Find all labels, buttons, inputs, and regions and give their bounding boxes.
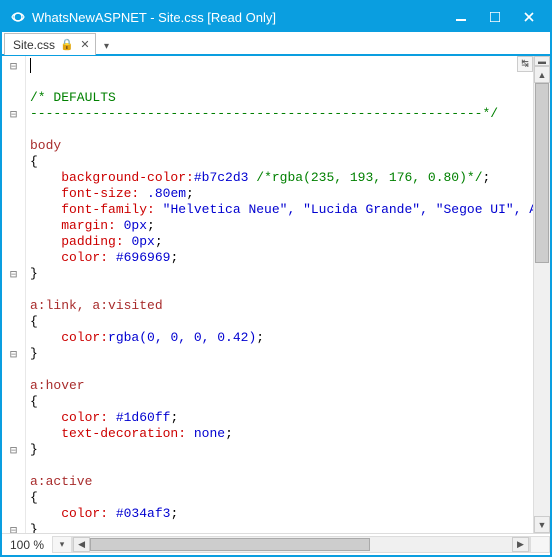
fold-toggle: [2, 90, 25, 106]
fold-toggle: [2, 474, 25, 490]
fold-toggle[interactable]: ⊟: [2, 266, 25, 282]
minimize-button[interactable]: [444, 4, 478, 30]
code-line[interactable]: a:hover: [30, 378, 533, 394]
fold-toggle: [2, 218, 25, 234]
zoom-level[interactable]: 100 %: [2, 538, 52, 552]
code-line[interactable]: {: [30, 314, 533, 330]
hscroll-thumb[interactable]: [90, 538, 370, 551]
hscroll-track[interactable]: [90, 537, 512, 552]
fold-toggle: [2, 282, 25, 298]
code-line[interactable]: font-size: .80em;: [30, 186, 533, 202]
code-line[interactable]: }: [30, 266, 533, 282]
code-line[interactable]: {: [30, 154, 533, 170]
code-editor[interactable]: /* DEFAULTS-----------------------------…: [26, 56, 533, 533]
zoom-dropdown[interactable]: ▾: [52, 536, 72, 553]
fold-toggle: [2, 154, 25, 170]
fold-gutter[interactable]: ⊟ ⊟ ⊟ ⊟ ⊟ ⊟: [2, 56, 26, 533]
code-line[interactable]: {: [30, 490, 533, 506]
code-line[interactable]: text-decoration: none;: [30, 426, 533, 442]
fold-toggle: [2, 122, 25, 138]
code-line[interactable]: background-color:#b7c2d3 /*rgba(235, 193…: [30, 170, 533, 186]
code-line[interactable]: [30, 122, 533, 138]
fold-toggle: [2, 314, 25, 330]
split-handle[interactable]: ▬: [534, 56, 550, 66]
tab-label: Site.css: [13, 38, 55, 52]
fold-toggle[interactable]: ⊟: [2, 442, 25, 458]
fold-toggle: [2, 410, 25, 426]
code-line[interactable]: }: [30, 442, 533, 458]
fold-toggle: [2, 186, 25, 202]
code-line[interactable]: color: #034af3;: [30, 506, 533, 522]
close-tab-icon[interactable]: ✕: [79, 39, 91, 51]
fold-toggle[interactable]: ⊟: [2, 106, 25, 122]
code-line[interactable]: }: [30, 522, 533, 533]
code-line[interactable]: [30, 282, 533, 298]
fold-toggle[interactable]: ⊟: [2, 522, 25, 533]
code-line[interactable]: [30, 458, 533, 474]
fold-toggle: [2, 330, 25, 346]
resize-grip[interactable]: [530, 536, 550, 553]
fold-toggle: [2, 394, 25, 410]
code-line[interactable]: {: [30, 394, 533, 410]
maximize-button[interactable]: [478, 4, 512, 30]
code-line[interactable]: body: [30, 138, 533, 154]
scroll-down-button[interactable]: ▼: [534, 516, 550, 533]
code-line[interactable]: font-family: "Helvetica Neue", "Lucida G…: [30, 202, 533, 218]
fold-toggle: [2, 234, 25, 250]
fold-toggle: [2, 426, 25, 442]
fold-toggle: [2, 378, 25, 394]
fold-toggle: [2, 490, 25, 506]
fold-toggle: [2, 458, 25, 474]
code-line[interactable]: a:link, a:visited: [30, 298, 533, 314]
horizontal-scrollbar[interactable]: ◀ ▶: [72, 536, 530, 553]
vscroll-track[interactable]: [534, 83, 550, 516]
window-controls: [444, 4, 546, 30]
statusbar: 100 % ▾ ◀ ▶: [2, 533, 550, 555]
scroll-right-button[interactable]: ▶: [512, 537, 529, 552]
text-cursor: [30, 58, 31, 73]
fold-toggle: [2, 74, 25, 90]
code-line[interactable]: a:active: [30, 474, 533, 490]
vscroll-thumb[interactable]: [535, 83, 549, 263]
fold-toggle[interactable]: ⊟: [2, 58, 25, 74]
fold-toggle: [2, 250, 25, 266]
tab-dropdown-icon[interactable]: ▾: [100, 39, 113, 54]
tab-site-css[interactable]: Site.css 🔒 ✕: [4, 33, 96, 55]
scroll-left-button[interactable]: ◀: [73, 537, 90, 552]
vertical-scrollbar[interactable]: ▬ ▲ ▼: [533, 56, 550, 533]
app-icon: [10, 9, 26, 25]
code-line[interactable]: color: #1d60ff;: [30, 410, 533, 426]
fold-toggle: [2, 170, 25, 186]
scroll-up-button[interactable]: ▲: [534, 66, 550, 83]
close-button[interactable]: [512, 4, 546, 30]
code-line[interactable]: color: #696969;: [30, 250, 533, 266]
editor-area: ⊟ ⊟ ⊟ ⊟ ⊟ ⊟ /* DEFAULTS----------------------…: [2, 56, 550, 533]
code-line[interactable]: [30, 362, 533, 378]
fold-toggle: [2, 298, 25, 314]
window: WhatsNewASPNET - Site.css [Read Only] Si…: [0, 0, 552, 557]
code-line[interactable]: margin: 0px;: [30, 218, 533, 234]
code-line[interactable]: color:rgba(0, 0, 0, 0.42);: [30, 330, 533, 346]
tabbar: Site.css 🔒 ✕ ▾: [2, 32, 550, 56]
fold-toggle: [2, 362, 25, 378]
track-changes-icon[interactable]: ↹: [517, 56, 533, 72]
fold-toggle[interactable]: ⊟: [2, 346, 25, 362]
fold-toggle: [2, 202, 25, 218]
fold-toggle: [2, 506, 25, 522]
fold-toggle: [2, 138, 25, 154]
titlebar[interactable]: WhatsNewASPNET - Site.css [Read Only]: [2, 2, 550, 32]
window-title: WhatsNewASPNET - Site.css [Read Only]: [32, 10, 444, 25]
code-line[interactable]: }: [30, 346, 533, 362]
code-line[interactable]: /* DEFAULTS: [30, 90, 533, 106]
code-line[interactable]: ----------------------------------------…: [30, 106, 533, 122]
lock-icon[interactable]: 🔒: [61, 39, 73, 51]
code-line[interactable]: padding: 0px;: [30, 234, 533, 250]
